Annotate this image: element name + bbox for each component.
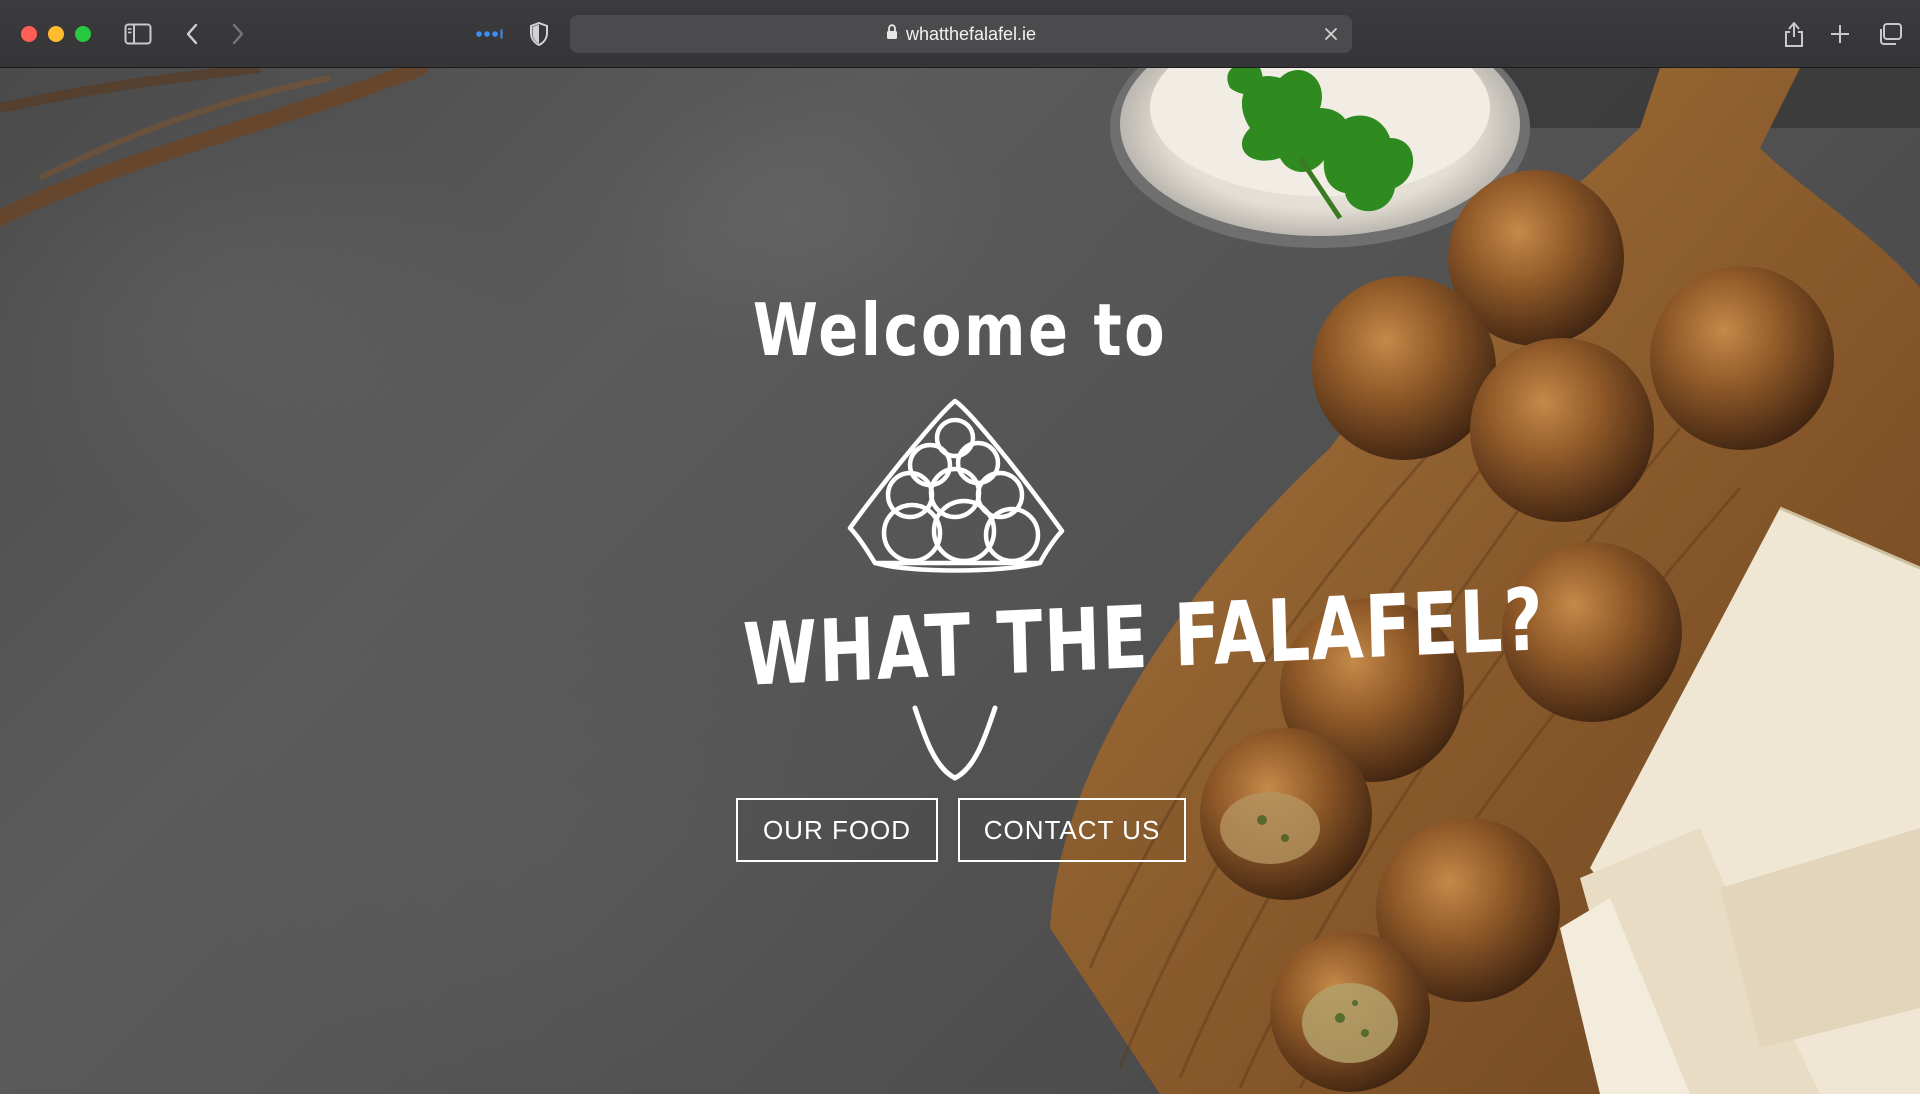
our-food-button[interactable]: OUR FOOD: [736, 798, 938, 862]
close-icon[interactable]: [1320, 23, 1342, 45]
url-text: whatthefalafel.ie: [905, 23, 1037, 44]
page-bottom-edge: [0, 1094, 1920, 1100]
welcome-heading: Welcome to: [752, 288, 1168, 372]
close-window-button[interactable]: [21, 26, 37, 42]
plus-icon[interactable]: [1824, 18, 1856, 50]
ellipsis-icon[interactable]: [474, 18, 506, 50]
tabs-overview-icon[interactable]: [1874, 18, 1906, 50]
chevron-left-icon[interactable]: [176, 18, 208, 50]
minimize-window-button[interactable]: [48, 26, 64, 42]
sidebar-icon[interactable]: [122, 18, 154, 50]
contact-us-button[interactable]: CONTACT US: [958, 798, 1186, 862]
lock-icon: [886, 23, 898, 45]
address-bar[interactable]: whatthefalafel.ie: [570, 15, 1352, 53]
shield-icon[interactable]: [523, 18, 555, 50]
browser-window: whatthefalafel.ie Welcome to WHAT THE FA…: [0, 0, 1920, 1100]
smile-icon: [912, 705, 998, 781]
share-icon[interactable]: [1778, 18, 1810, 50]
hero-section: Welcome to WHAT THE FALAFEL? OUR FOOD CO…: [0, 68, 1920, 1094]
chevron-right-icon[interactable]: [222, 18, 254, 50]
brand-wordmark: WHAT THE FALAFEL?: [630, 568, 1546, 708]
browser-toolbar: whatthefalafel.ie: [0, 0, 1920, 68]
zoom-window-button[interactable]: [75, 26, 91, 42]
